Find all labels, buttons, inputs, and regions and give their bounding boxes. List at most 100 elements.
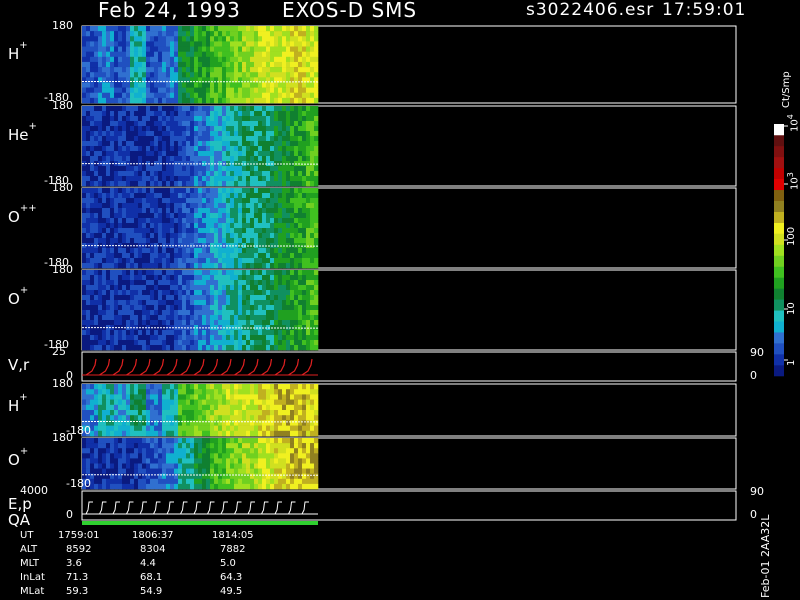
spectrogram-cell xyxy=(282,176,287,182)
spectrogram-cell xyxy=(238,399,243,406)
spectrogram-cell xyxy=(294,198,299,204)
spectrogram-cell xyxy=(158,67,163,73)
spectrogram-cell xyxy=(102,320,107,326)
spectrogram-cell xyxy=(222,46,227,52)
spectrogram-cell xyxy=(290,394,295,400)
spectrogram-cell xyxy=(230,223,235,229)
spectrogram-cell xyxy=(310,238,315,244)
spectrogram-cell xyxy=(242,46,247,52)
spectrogram-cell xyxy=(90,121,95,127)
spectrogram-cell xyxy=(134,335,139,341)
spectrogram-cell xyxy=(186,345,191,351)
spectrogram-cell xyxy=(234,399,239,406)
spectrogram-cell xyxy=(186,41,191,47)
spectrogram-cell xyxy=(218,415,223,421)
spectrogram-cell xyxy=(154,295,159,301)
spectrogram-cell xyxy=(166,36,171,42)
spectrogram-cell xyxy=(306,305,311,311)
spectrogram-cell xyxy=(110,315,115,321)
spectrogram-cell xyxy=(202,253,207,259)
spectrogram-cell xyxy=(190,218,195,224)
spectrogram-cell xyxy=(110,310,115,316)
spectrogram-cell xyxy=(182,36,187,42)
spectrogram-cell xyxy=(246,203,251,209)
spectrogram-cell xyxy=(190,82,195,88)
spectrogram-cell xyxy=(166,51,171,58)
spectrogram-cell xyxy=(102,483,107,490)
spectrogram-cell xyxy=(90,87,95,94)
spectrogram-cell xyxy=(310,384,315,390)
ephemeris-value: 3.6 xyxy=(66,558,82,569)
spectrogram-cell xyxy=(274,141,279,147)
spectrogram-cell xyxy=(202,31,207,37)
spectrogram-cell xyxy=(258,420,263,426)
spectrogram-cell xyxy=(262,238,267,244)
spectrogram-cell xyxy=(302,203,307,209)
spectrogram-cell xyxy=(134,415,139,421)
spectrogram-cell xyxy=(122,36,127,42)
spectrogram-cell xyxy=(266,46,271,52)
spectrogram-cell xyxy=(234,51,239,58)
spectrogram-cell xyxy=(254,473,259,480)
spectrogram-cell xyxy=(310,223,315,229)
spectrogram-cell xyxy=(302,340,307,346)
spectrogram-cell xyxy=(210,238,215,244)
spectrogram-cell xyxy=(82,290,87,296)
spectrogram-cell xyxy=(90,111,95,117)
spectrogram-cell xyxy=(266,248,271,254)
spectrogram-cell xyxy=(214,36,219,42)
spectrogram-cell xyxy=(114,67,119,73)
spectrogram-cell xyxy=(118,394,123,400)
spectrogram-cell xyxy=(306,72,311,78)
spectrogram-cell xyxy=(182,330,187,336)
spectrogram-cell xyxy=(186,213,191,219)
spectrogram-cell xyxy=(146,67,151,73)
spectrogram-cell xyxy=(278,213,283,219)
spectrogram-cell xyxy=(186,295,191,301)
spectrogram-cell xyxy=(122,188,127,194)
spectrogram-cell xyxy=(158,111,163,117)
spectrogram-cell xyxy=(294,26,299,32)
spectrogram-cell xyxy=(174,131,179,137)
spectrogram-cell xyxy=(310,67,315,73)
spectrogram-cell xyxy=(234,61,239,68)
spectrogram-cell xyxy=(130,410,135,416)
spectrogram-cell xyxy=(134,156,139,162)
spectrogram-cell xyxy=(278,92,283,99)
spectrogram-cell xyxy=(254,389,259,395)
spectrogram-cell xyxy=(154,208,159,214)
spectrogram-cell xyxy=(230,270,235,276)
spectrogram-cell xyxy=(122,315,127,321)
spectrogram-cell xyxy=(178,233,183,239)
spectrogram-cell xyxy=(142,258,147,264)
spectrogram-cell xyxy=(218,193,223,199)
spectrogram-cell xyxy=(198,26,203,32)
spectrogram-cell xyxy=(174,146,179,152)
spectrogram-cell xyxy=(262,208,267,214)
spectrogram-cell xyxy=(278,425,283,432)
spectrogram-cell xyxy=(298,258,303,264)
spectrogram-cell xyxy=(298,270,303,276)
spectrogram-cell xyxy=(262,56,267,63)
spectrogram-cell xyxy=(242,82,247,88)
spectrogram-cell xyxy=(118,438,123,444)
spectrogram-cell xyxy=(286,111,291,117)
spectrogram-cell xyxy=(194,41,199,47)
spectrogram-cell xyxy=(274,285,279,291)
spectrogram-cell xyxy=(134,463,139,469)
spectrogram-cell xyxy=(258,335,263,341)
spectrogram-cell xyxy=(314,151,319,157)
spectrogram-cell xyxy=(310,31,315,37)
spectrogram-cell xyxy=(306,156,311,162)
spectrogram-cell xyxy=(110,295,115,301)
spectrogram-cell xyxy=(194,463,199,469)
spectrogram-cell xyxy=(98,82,103,88)
spectrogram-cell xyxy=(314,420,319,426)
spectrogram-cell xyxy=(282,330,287,336)
spectrogram-cell xyxy=(294,116,299,122)
spectrogram-cell xyxy=(226,295,231,301)
spectrogram-cell xyxy=(314,46,319,52)
spectrogram-cell xyxy=(226,36,231,42)
spectrogram-cell xyxy=(218,295,223,301)
spectrogram-cell xyxy=(118,253,123,259)
